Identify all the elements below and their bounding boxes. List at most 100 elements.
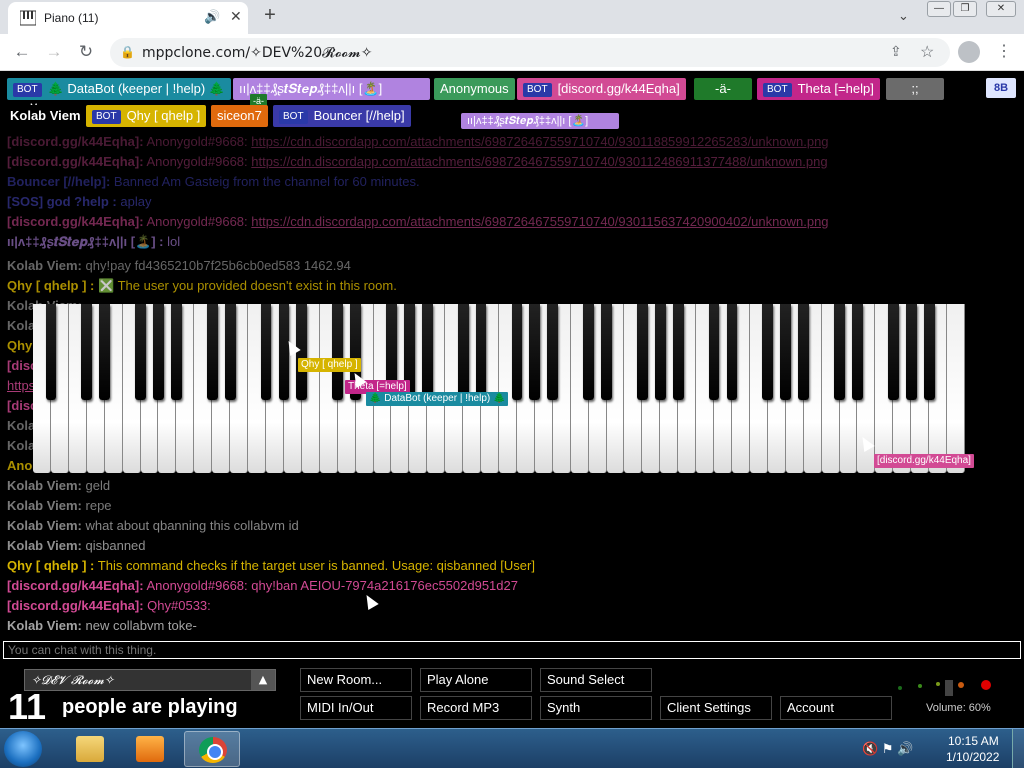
tab-search-icon[interactable]: ⌄ [898,8,909,24]
forward-icon[interactable]: → [42,40,66,64]
midi-button[interactable]: MIDI In/Out [300,696,412,720]
black-key[interactable] [81,304,93,400]
folder-icon [76,736,104,762]
synth-button[interactable]: Synth [540,696,652,720]
chat-message: Kolab Viem: qisbanned [7,538,146,553]
piano-keyboard[interactable] [33,304,965,473]
user-tag[interactable]: ;; [886,78,944,100]
account-button[interactable]: Account [780,696,892,720]
volume-label: Volume: 60% [926,702,991,714]
minimize-button[interactable]: — [927,1,951,17]
address-bar[interactable]: 🔒 mppclone.com/✧DEV%20𝓡𝓸𝓸𝓶✧ ⇪ ☆ [110,38,950,67]
black-key[interactable] [762,304,774,400]
profile-avatar-icon[interactable] [958,41,980,63]
user-tag[interactable]: BOT Theta [=help] [757,78,880,100]
chat-message: [discord.gg/k44Eqha]: Anonygold#9668: ht… [7,154,828,169]
black-key[interactable] [421,304,433,400]
player-count: 11 [8,686,47,727]
black-key[interactable] [99,304,111,400]
black-key[interactable] [601,304,612,400]
black-key[interactable] [153,304,164,400]
white-key[interactable] [947,304,965,473]
volume-dot [958,682,964,688]
black-key[interactable] [260,304,272,400]
black-key[interactable] [834,304,845,400]
player-count-label: people are playing [62,696,238,718]
volume-knob[interactable] [945,680,953,696]
browser-tab-bar: Piano (11) 🔊 ✕ + ⌄ — ❐ ✕ [0,0,1024,34]
black-key[interactable] [547,304,559,400]
room-owner-tag[interactable]: 8B [986,78,1016,98]
clock-date[interactable]: 1/10/2022 [946,750,999,764]
system-tray-icons[interactable]: 🔇 ⚑ 🔊 [862,741,913,757]
black-key[interactable] [529,304,541,400]
user-tag-self[interactable]: Kolab Viem [4,105,87,127]
black-key[interactable] [45,304,57,400]
sound-select-button[interactable]: Sound Select [540,668,652,692]
piano-page: BOT 🌲 DataBot (keeper | !help) 🌲 ıı|ʌ‡‡₰ʂ… [0,72,1024,728]
black-key[interactable] [672,304,684,400]
chrome-taskbar-button[interactable] [184,731,240,767]
chat-message: Kolab Viem: new collabvm toke- [7,618,197,633]
black-key[interactable] [583,304,594,400]
show-desktop-button[interactable] [1012,729,1024,768]
client-settings-button[interactable]: Client Settings [660,696,772,720]
black-key[interactable] [923,304,935,400]
user-tag[interactable]: siceon7 [211,105,268,127]
browser-tab[interactable]: Piano (11) 🔊 ✕ [8,2,248,34]
chat-message: Kolab Viem: qhy!pay fd4365210b7f25b6cb0e… [7,258,351,273]
black-key[interactable] [654,304,666,400]
black-key[interactable] [296,304,308,400]
play-alone-button[interactable]: Play Alone [420,668,532,692]
black-key[interactable] [905,304,917,400]
black-key[interactable] [637,304,648,400]
black-key[interactable] [708,304,720,400]
close-window-button[interactable]: ✕ [986,1,1016,17]
bookmark-star-icon[interactable]: ☆ [920,42,934,62]
back-icon[interactable]: ← [10,40,34,64]
black-key[interactable] [511,304,523,400]
volume-dot [981,680,991,690]
room-select[interactable]: ✧𝓓𝓔𝓥 𝓡𝓸𝓸𝓶✧ ▲ [24,669,276,691]
user-tag[interactable]: BOT Bouncer [//help] [273,105,411,127]
windows-taskbar: 🔇 ⚑ 🔊 10:15 AM 1/10/2022 [0,728,1024,768]
user-tag[interactable]: BOT Qhy [ qhelp ] [86,105,207,127]
black-key[interactable] [726,304,738,400]
media-player-taskbar-button[interactable] [122,731,178,767]
clock-time[interactable]: 10:15 AM [948,734,999,748]
new-room-button[interactable]: New Room... [300,668,412,692]
black-key[interactable] [332,304,344,400]
lock-icon[interactable]: 🔒 [120,45,135,59]
user-tag[interactable]: -ä- [694,78,752,100]
piano-favicon-icon [20,10,36,26]
maximize-button[interactable]: ❐ [953,1,977,17]
black-key[interactable] [887,304,899,400]
black-key[interactable] [852,304,863,400]
share-icon[interactable]: ⇪ [890,43,902,60]
floating-user-tag: ıı|ʌ‡‡₰ʂ𝒕𝑺𝒕𝒆𝒑₰‡‡ʌ||ı [🏝️] [461,113,619,129]
url-text[interactable]: mppclone.com/✧DEV%20𝓡𝓸𝓸𝓶✧ [142,45,373,61]
browser-menu-icon[interactable]: ⋮ [996,41,1012,61]
user-tag[interactable]: Anonymous [434,78,515,100]
user-tag[interactable]: BOT [discord.gg/k44Eqha] [517,78,686,100]
black-key[interactable] [135,304,146,400]
start-button-icon[interactable] [4,731,42,767]
chat-message: ıı|ʌ‡‡₰ʂ𝒕𝑺𝒕𝒆𝒑₰‡‡ʌ||ı [🏝️] : lol [7,234,181,249]
black-key[interactable] [798,304,810,400]
expand-rooms-icon[interactable]: ▲ [251,670,275,690]
black-key[interactable] [780,304,792,400]
record-mp3-button[interactable]: Record MP3 [420,696,532,720]
black-key[interactable] [224,304,236,400]
reload-icon[interactable]: ↻ [74,40,98,64]
black-key[interactable] [457,304,469,400]
tab-close-icon[interactable]: ✕ [230,8,242,25]
new-tab-button[interactable]: + [258,3,282,27]
black-key[interactable] [206,304,218,400]
user-tag[interactable]: BOT 🌲 DataBot (keeper | !help) 🌲 [7,78,231,100]
chat-input[interactable] [3,641,1021,659]
black-key[interactable] [475,304,487,400]
explorer-taskbar-button[interactable] [62,731,118,767]
speaker-icon[interactable]: 🔊 [204,9,220,25]
controls-bar: ✧𝓓𝓔𝓥 𝓡𝓸𝓸𝓶✧ ▲ 11 people are playing New R… [0,662,1024,728]
black-key[interactable] [171,304,182,400]
